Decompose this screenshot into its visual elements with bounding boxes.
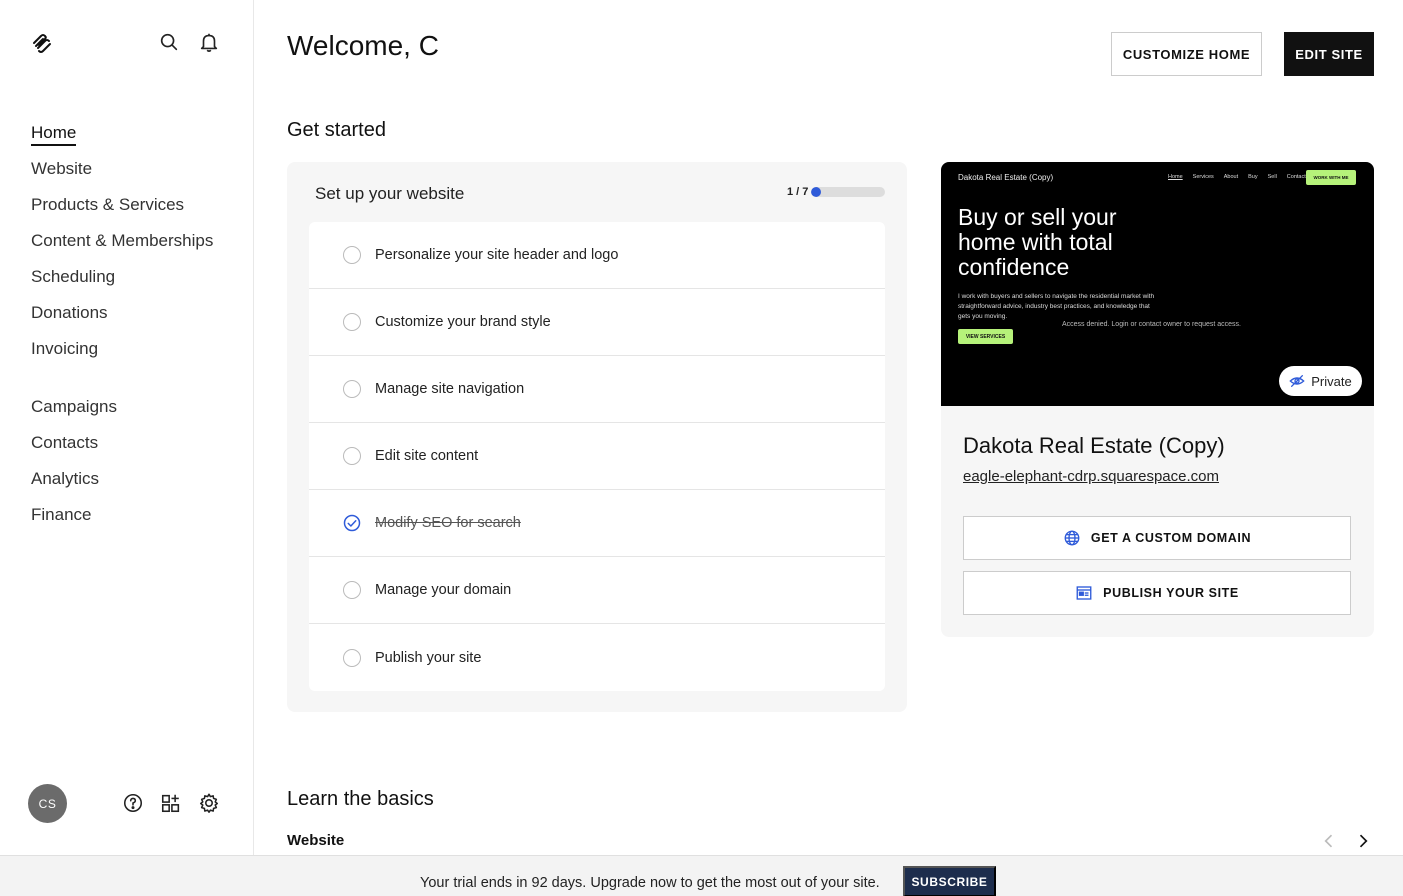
site-preview[interactable]: Dakota Real Estate (Copy) Home Services Ab…: [941, 162, 1374, 406]
chevron-left-icon[interactable]: [1319, 831, 1339, 851]
eye-off-icon: [1289, 375, 1305, 387]
task-item[interactable]: Edit site content: [309, 423, 885, 490]
task-checkbox[interactable]: [343, 581, 361, 599]
preview-nav-item: Sell: [1267, 174, 1277, 180]
squarespace-logo-icon[interactable]: [30, 31, 54, 55]
preview-nav: Home Services About Buy Sell Contact: [1168, 174, 1306, 180]
site-url-link[interactable]: eagle-elephant-cdrp.squarespace.com: [963, 468, 1219, 485]
extensions-icon[interactable]: [160, 792, 182, 814]
publish-site-button[interactable]: PUBLISH YOUR SITE: [963, 571, 1351, 615]
task-label: Publish your site: [375, 649, 482, 666]
learn-category-website: Website: [287, 832, 345, 849]
get-custom-domain-button[interactable]: GET A CUSTOM DOMAIN: [963, 516, 1351, 560]
sidebar-item-products-services[interactable]: Products & Services: [31, 193, 213, 229]
task-label: Customize your brand style: [375, 314, 551, 330]
task-item[interactable]: Manage site navigation: [309, 356, 885, 423]
trial-text: Your trial ends in 92 days. Upgrade now …: [420, 875, 880, 891]
task-item[interactable]: Customize your brand style: [309, 289, 885, 356]
get-started-title: Get started: [287, 119, 386, 141]
task-checkbox[interactable]: [343, 246, 361, 264]
preview-brand: Dakota Real Estate (Copy): [958, 173, 1054, 182]
progress-text: 1 / 7: [787, 186, 809, 198]
preview-nav-item: Services: [1192, 174, 1214, 180]
sidebar-item-website[interactable]: Website: [31, 157, 213, 193]
sidebar-nav: Home Website Products & Services Content & …: [31, 121, 213, 539]
task-label: Edit site content: [375, 448, 479, 464]
sidebar-item-analytics[interactable]: Analytics: [31, 467, 213, 503]
preview-nav-item: Home: [1168, 174, 1183, 180]
preview-cta: WORK WITH ME: [1306, 170, 1356, 185]
task-list: Personalize your site header and logo Cus…: [309, 222, 885, 691]
setup-title: Set up your website: [315, 184, 465, 203]
chevron-right-icon[interactable]: [1353, 831, 1373, 851]
preview-nav-item: About: [1223, 174, 1239, 180]
sidebar: Home Website Products & Services Content & …: [0, 0, 254, 896]
task-label: Personalize your site header and logo: [375, 247, 619, 263]
private-badge[interactable]: Private: [1279, 366, 1362, 396]
sidebar-item-label: Scheduling: [31, 267, 116, 286]
sidebar-item-label: Products & Services: [31, 195, 185, 214]
task-checkbox[interactable]: [343, 380, 361, 398]
app: Home Website Products & Services Content & …: [0, 0, 1403, 896]
preview-nav-item: Buy: [1248, 174, 1258, 180]
sidebar-item-label: Analytics: [31, 469, 100, 488]
sidebar-item-label: Home: [31, 123, 77, 146]
sidebar-item-label: Finance: [31, 505, 92, 524]
sidebar-item-home[interactable]: Home: [31, 121, 213, 157]
site-card: Dakota Real Estate (Copy) Home Services Ab…: [941, 162, 1374, 637]
help-icon[interactable]: [122, 792, 144, 814]
sidebar-item-finance[interactable]: Finance: [31, 503, 213, 539]
check-circle-icon: [343, 514, 361, 532]
sidebar-item-label: Donations: [31, 303, 108, 322]
publish-icon: [1076, 586, 1092, 600]
learn-basics-title: Learn the basics: [287, 788, 434, 810]
bell-icon[interactable]: [198, 31, 220, 53]
task-item[interactable]: Manage your domain: [309, 557, 885, 624]
task-checkbox[interactable]: [343, 447, 361, 465]
preview-nav-item: Contact: [1286, 174, 1306, 180]
progress-fill: [811, 187, 822, 197]
trial-banner: Your trial ends in 92 days. Upgrade now …: [0, 855, 1403, 896]
sidebar-item-contacts[interactable]: Contacts: [31, 431, 213, 467]
publish-site-label: PUBLISH YOUR SITE: [1103, 586, 1239, 600]
preview-body: I work with buyers and sellers to naviga…: [958, 293, 1155, 320]
sidebar-item-label: Invoicing: [31, 339, 99, 358]
sidebar-item-label: Content & Memberships: [31, 231, 214, 250]
task-label: Manage your domain: [375, 582, 512, 598]
sidebar-item-label: Contacts: [31, 433, 99, 452]
preview-headline: Buy or sell your home with total confide…: [958, 204, 1117, 280]
search-icon[interactable]: [158, 31, 180, 53]
task-item[interactable]: Personalize your site header and logo: [309, 222, 885, 289]
task-item[interactable]: Publish your site: [309, 624, 885, 691]
sidebar-item-invoicing[interactable]: Invoicing: [31, 337, 213, 373]
task-checkbox[interactable]: [343, 648, 361, 667]
sidebar-item-content-memberships[interactable]: Content & Memberships: [31, 229, 213, 265]
sidebar-item-scheduling[interactable]: Scheduling: [31, 265, 213, 301]
get-custom-domain-label: GET A CUSTOM DOMAIN: [1090, 531, 1252, 545]
preview-access-denied: Access denied. Login or contact owner to…: [1062, 321, 1241, 328]
globe-icon: [1064, 530, 1080, 546]
edit-site-button[interactable]: EDIT SITE: [1284, 32, 1374, 76]
progress-bar: [811, 187, 885, 197]
sidebar-item-label: Campaigns: [31, 397, 117, 416]
task-checkbox[interactable]: [343, 313, 361, 331]
task-item[interactable]: Modify SEO for search: [309, 490, 885, 557]
customize-home-button[interactable]: CUSTOMIZE HOME: [1111, 32, 1262, 76]
sidebar-item-label: Website: [31, 159, 93, 178]
sidebar-item-donations[interactable]: Donations: [31, 301, 213, 337]
settings-icon[interactable]: [198, 792, 220, 814]
main-content: Welcome, C CUSTOMIZE HOME EDIT SITE Get …: [254, 0, 1403, 896]
setup-card: Set up your website 1 / 7 Personalize yo…: [287, 162, 907, 712]
task-label: Manage site navigation: [375, 381, 525, 397]
page-title: Welcome, C: [287, 30, 439, 61]
avatar[interactable]: CS: [28, 784, 67, 823]
preview-button: VIEW SERVICES: [958, 329, 1013, 344]
subscribe-button[interactable]: SUBSCRIBE: [903, 866, 996, 896]
sidebar-item-campaigns[interactable]: Campaigns: [31, 395, 213, 431]
task-label: Modify SEO for search: [375, 515, 521, 531]
site-name: Dakota Real Estate (Copy): [963, 433, 1225, 458]
private-label: Private: [1311, 373, 1352, 389]
